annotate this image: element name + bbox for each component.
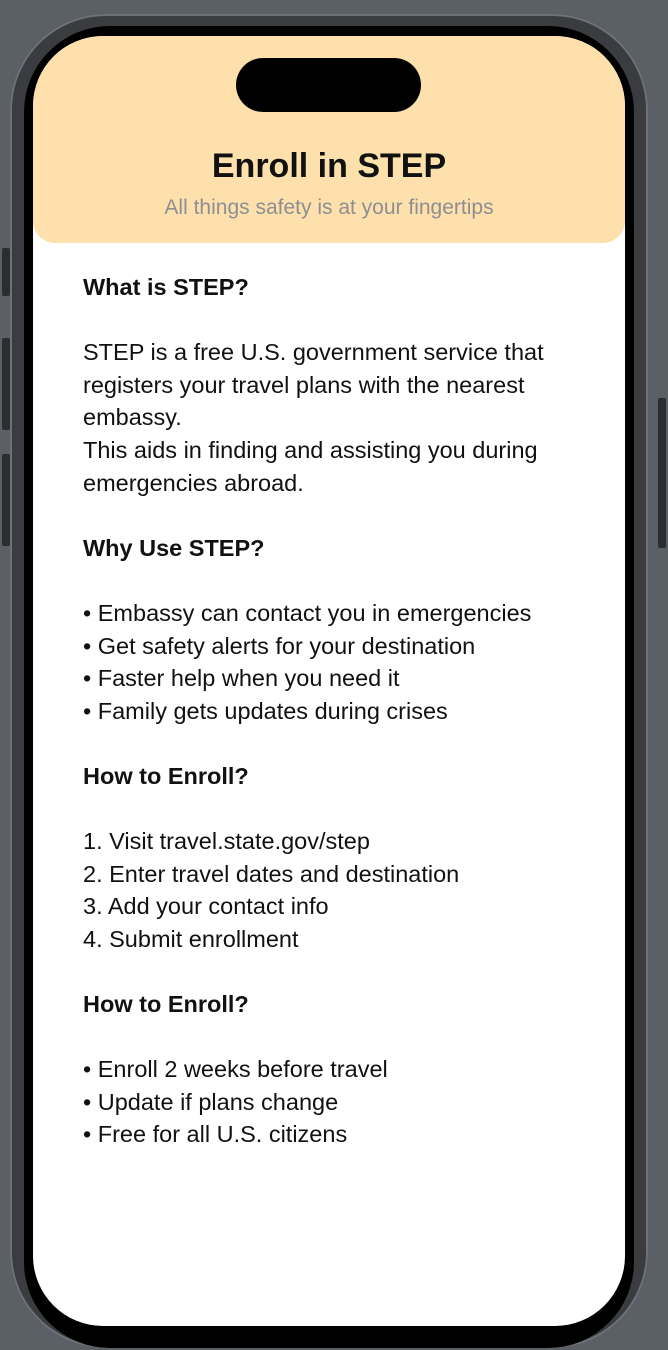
bullet-item: • Family gets updates during crises — [83, 697, 448, 724]
header-banner: Enroll in STEP All things safety is at y… — [33, 36, 625, 243]
paragraph-line: embassy. — [83, 404, 182, 431]
power-button[interactable] — [658, 398, 666, 548]
section-heading-how-to-enroll: How to Enroll? — [83, 762, 249, 789]
simulator-stage: Enroll in STEP All things safety is at y… — [0, 0, 668, 1350]
dynamic-island — [236, 58, 421, 112]
paragraph-line: registers your travel plans with the nea… — [83, 371, 525, 398]
paragraph-line: emergencies abroad. — [83, 469, 304, 496]
action-button[interactable] — [2, 248, 10, 296]
volume-up-button[interactable] — [2, 338, 10, 430]
section-heading-why-use-step: Why Use STEP? — [83, 534, 265, 561]
bullet-item: • Get safety alerts for your destination — [83, 632, 476, 659]
bullet-item: • Faster help when you need it — [83, 665, 400, 692]
bullet-item: • Embassy can contact you in emergencies — [83, 599, 532, 626]
content-body: What is STEP? STEP is a free U.S. govern… — [83, 271, 593, 1151]
paragraph-line: This aids in finding and assisting you d… — [83, 436, 538, 463]
phone-screen: Enroll in STEP All things safety is at y… — [33, 36, 625, 1326]
numbered-step: 1. Visit travel.state.gov/step — [83, 828, 370, 855]
bullet-item: • Update if plans change — [83, 1088, 339, 1115]
numbered-step: 2. Enter travel dates and destination — [83, 860, 460, 887]
paragraph-line: STEP is a free U.S. government service t… — [83, 339, 544, 366]
page-title: Enroll in STEP — [211, 147, 447, 185]
numbered-step: 4. Submit enrollment — [83, 925, 299, 952]
section-heading-what-is-step: What is STEP? — [83, 274, 249, 300]
page-subtitle: All things safety is at your fingertips — [164, 196, 494, 219]
section-heading-tips: How to Enroll? — [83, 991, 249, 1018]
volume-down-button[interactable] — [2, 454, 10, 546]
numbered-step: 3. Add your contact info — [83, 893, 329, 920]
bullet-item: • Enroll 2 weeks before travel — [83, 1056, 388, 1083]
bullet-item: • Free for all U.S. citizens — [83, 1121, 348, 1148]
